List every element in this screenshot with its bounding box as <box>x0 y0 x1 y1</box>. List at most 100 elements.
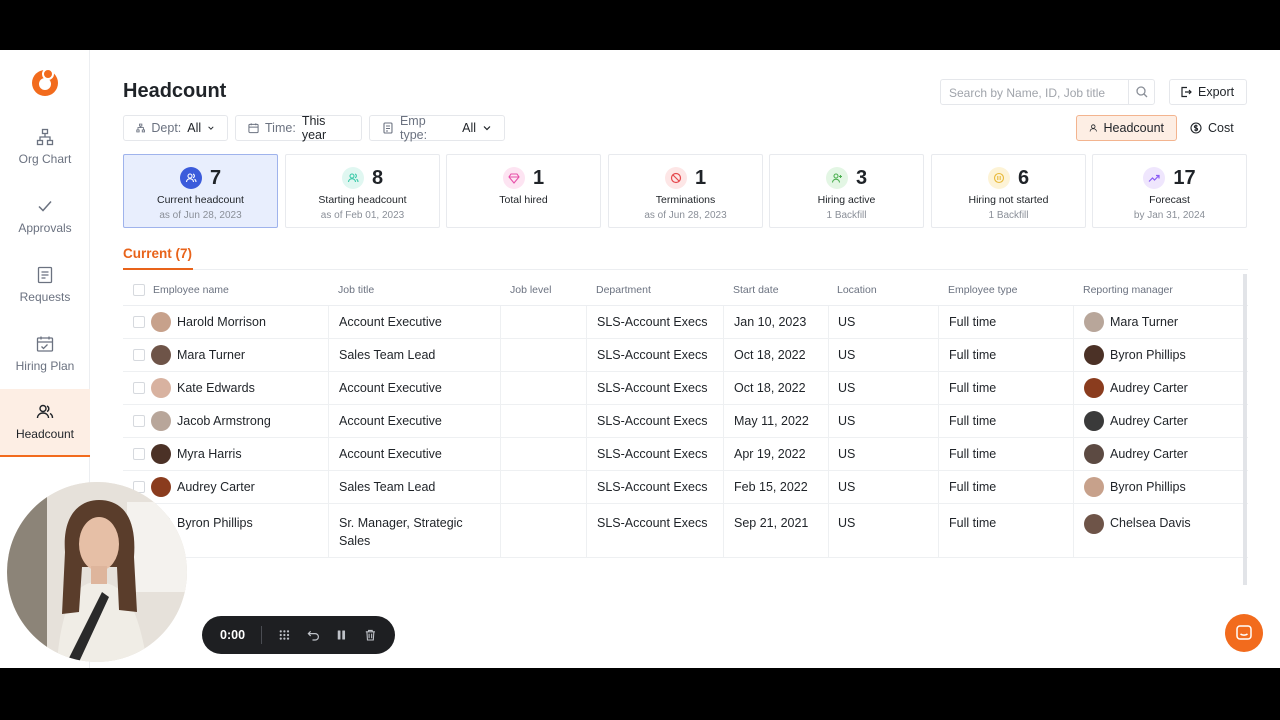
webcam-video <box>7 482 187 662</box>
sidebar-item-headcount[interactable]: Headcount <box>0 389 90 457</box>
sidebar-item-label: Hiring Plan <box>15 359 75 373</box>
column-header[interactable]: Employee type <box>948 274 1017 305</box>
cell-start: Oct 18, 2022 <box>723 372 828 404</box>
row-checkbox[interactable] <box>133 382 145 394</box>
cell-loc: US <box>828 438 938 470</box>
export-button[interactable]: Export <box>1169 79 1247 105</box>
cell-dept: SLS-Account Execs <box>586 339 723 371</box>
card-forecast[interactable]: 17 Forecast by Jan 31, 2024 <box>1092 154 1247 228</box>
time-filter[interactable]: Time: This year <box>235 114 362 142</box>
select-all-checkbox[interactable] <box>133 283 145 296</box>
column-header[interactable]: Reporting manager <box>1083 274 1173 305</box>
presenter-image <box>7 482 187 662</box>
table-row[interactable]: Harold Morrison Account Executive SLS-Acco… <box>123 306 1248 339</box>
cell-job: Account Executive <box>328 306 500 338</box>
employee-table: Employee name Job title Job level Depart… <box>123 274 1248 558</box>
row-checkbox[interactable] <box>133 415 145 427</box>
column-header[interactable]: Location <box>837 274 877 305</box>
grid-icon[interactable] <box>278 628 291 642</box>
table-row[interactable]: Mara Turner Sales Team Lead SLS-Account Ex… <box>123 339 1248 372</box>
cell-dept: SLS-Account Execs <box>586 306 723 338</box>
table-row[interactable]: Audrey Carter Sales Team Lead SLS-Account … <box>123 471 1248 504</box>
table-header: Employee name Job title Job level Depart… <box>123 274 1248 306</box>
search-button[interactable] <box>1128 80 1154 104</box>
sidebar-item-approvals[interactable]: Approvals <box>0 189 90 257</box>
sidebar-item-hiring-plan[interactable]: Hiring Plan <box>0 327 90 395</box>
column-header[interactable]: Start date <box>733 274 779 305</box>
sidebar-item-org-chart[interactable]: Org Chart <box>0 120 90 188</box>
cell-level <box>500 306 586 338</box>
app-logo[interactable] <box>32 68 58 96</box>
sidebar-item-requests[interactable]: Requests <box>0 258 90 326</box>
people-icon <box>36 404 54 419</box>
column-header[interactable]: Job level <box>510 274 551 305</box>
card-hiring-active[interactable]: 3 Hiring active 1 Backfill <box>769 154 924 228</box>
column-header[interactable]: Job title <box>338 274 374 305</box>
cell-employee-name[interactable]: Audrey Carter <box>151 471 328 503</box>
calendar-icon <box>248 123 259 134</box>
card-current-headcount[interactable]: 7 Current headcount as of Jun 28, 2023 <box>123 154 278 228</box>
cell-job: Account Executive <box>328 405 500 437</box>
cell-start: Jan 10, 2023 <box>723 306 828 338</box>
chat-launcher-button[interactable] <box>1225 614 1263 652</box>
page-title: Headcount <box>123 80 227 102</box>
chevron-down-icon <box>208 126 214 130</box>
export-icon <box>1181 86 1192 98</box>
cell-type: Full time <box>938 405 1073 437</box>
cell-dept: SLS-Account Execs <box>586 405 723 437</box>
cell-manager: Audrey Carter <box>1073 372 1240 404</box>
column-header[interactable]: Employee name <box>153 274 229 305</box>
row-checkbox[interactable] <box>133 316 145 328</box>
cell-start: Oct 18, 2022 <box>723 339 828 371</box>
person-icon <box>1089 124 1097 132</box>
view-toggle-cost[interactable]: Cost <box>1178 115 1247 141</box>
avatar <box>1084 345 1104 365</box>
card-terminations[interactable]: 1 Terminations as of Jun 28, 2023 <box>608 154 763 228</box>
table-scrollbar[interactable] <box>1243 274 1247 585</box>
cell-dept: SLS-Account Execs <box>586 438 723 470</box>
dollar-icon <box>1190 122 1202 134</box>
cell-employee-name[interactable]: Harold Morrison <box>151 306 328 338</box>
pause-icon[interactable] <box>335 628 348 642</box>
cell-job: Account Executive <box>328 372 500 404</box>
cell-manager: Mara Turner <box>1073 306 1240 338</box>
column-header[interactable]: Department <box>596 274 651 305</box>
cell-employee-name[interactable]: Mara Turner <box>151 339 328 371</box>
view-toggle-headcount[interactable]: Headcount <box>1076 115 1177 141</box>
cell-level <box>500 339 586 371</box>
row-checkbox[interactable] <box>133 448 145 460</box>
calendar-icon <box>36 336 54 352</box>
pause-icon <box>987 167 1010 189</box>
chat-icon <box>1236 625 1252 640</box>
sidebar-item-label: Requests <box>19 290 71 304</box>
cell-manager: Audrey Carter <box>1073 405 1240 437</box>
cell-type: Full time <box>938 339 1073 371</box>
cell-start: May 11, 2022 <box>723 405 828 437</box>
card-starting-headcount[interactable]: 8 Starting headcount as of Feb 01, 2023 <box>285 154 440 228</box>
table-row[interactable]: Jacob Armstrong Account Executive SLS-Acco… <box>123 405 1248 438</box>
sidebar-item-label: Org Chart <box>18 152 72 166</box>
emp-type-filter[interactable]: Emp type: All <box>369 114 505 142</box>
table-row[interactable]: Kate Edwards Account Executive SLS-Account… <box>123 372 1248 405</box>
cell-employee-name[interactable]: Jacob Armstrong <box>151 405 328 437</box>
cell-employee-name[interactable]: Kate Edwards <box>151 372 328 404</box>
trash-icon[interactable] <box>364 628 377 642</box>
search-input[interactable]: Search by Name, ID, Job title <box>940 79 1155 105</box>
undo-icon[interactable] <box>307 628 320 642</box>
table-row[interactable]: Byron Phillips Sr. Manager, Strategic Sal… <box>123 504 1248 558</box>
dept-filter[interactable]: Dept: All <box>123 115 228 141</box>
table-row[interactable]: Myra Harris Account Executive SLS-Account … <box>123 438 1248 471</box>
cell-loc: US <box>828 471 938 503</box>
document-icon <box>383 122 393 134</box>
cell-type: Full time <box>938 306 1073 338</box>
card-hiring-not-started[interactable]: 6 Hiring not started 1 Backfill <box>931 154 1086 228</box>
requests-icon <box>37 266 53 284</box>
card-total-hired[interactable]: 1 Total hired <box>446 154 601 228</box>
cell-dept: SLS-Account Execs <box>586 504 723 557</box>
row-checkbox[interactable] <box>133 349 145 361</box>
avatar <box>151 444 171 464</box>
sidebar-item-label: Headcount <box>15 427 75 441</box>
diamond-icon <box>502 167 525 189</box>
cell-employee-name[interactable]: Myra Harris <box>151 438 328 470</box>
tab-current[interactable]: Current (7) <box>123 246 192 261</box>
